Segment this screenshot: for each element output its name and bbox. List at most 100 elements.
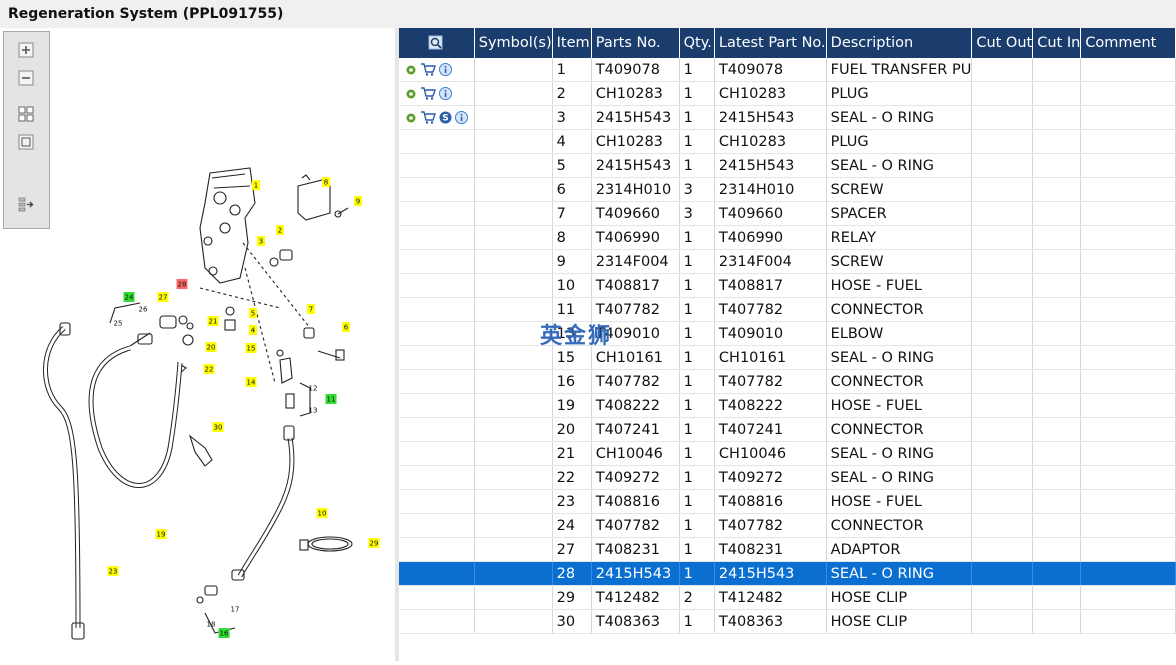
callout-20[interactable]: 20	[205, 342, 217, 352]
table-row[interactable]: 6 2314H010 3 2314H010 SCREW	[399, 177, 1176, 202]
table-row[interactable]: 28 2415H543 1 2415H543 SEAL - O RING	[399, 561, 1176, 586]
cart-icon[interactable]	[420, 111, 436, 124]
callout-27[interactable]: 27	[157, 292, 169, 302]
table-row[interactable]: 15 CH10161 1 CH10161 SEAL - O RING	[399, 345, 1176, 370]
table-row[interactable]: S 3 2415H543 1 2415H543 SEAL - O RING	[399, 105, 1176, 130]
callout-14[interactable]: 14	[245, 377, 257, 387]
symbols-cell	[474, 585, 553, 610]
info-icon[interactable]	[439, 87, 452, 100]
table-row[interactable]: 21 CH10046 1 CH10046 SEAL - O RING	[399, 441, 1176, 466]
comment-cell	[1080, 585, 1176, 610]
zoom-in-button[interactable]	[15, 39, 37, 61]
column-header-symbols[interactable]: Symbol(s)	[474, 28, 553, 58]
sync-table-button[interactable]	[15, 193, 37, 215]
table-row[interactable]: 23 T408816 1 T408816 HOSE - FUEL	[399, 489, 1176, 514]
comment-cell	[1080, 81, 1176, 106]
table-row[interactable]: 16 T407782 1 T407782 CONNECTOR	[399, 369, 1176, 394]
table-row[interactable]: 9 2314F004 1 2314F004 SCREW	[399, 249, 1176, 274]
table-row[interactable]: 7 T409660 3 T409660 SPACER	[399, 201, 1176, 226]
table-row[interactable]: 4 CH10283 1 CH10283 PLUG	[399, 129, 1176, 154]
latest-part-no-cell: T409660	[714, 201, 827, 226]
cart-icon[interactable]	[420, 87, 436, 100]
actual-size-button[interactable]	[15, 131, 37, 153]
description-cell: CONNECTOR	[826, 369, 973, 394]
column-header-description[interactable]: Description	[826, 28, 973, 58]
table-row[interactable]: 22 T409272 1 T409272 SEAL - O RING	[399, 465, 1176, 490]
callout-21[interactable]: 21	[207, 316, 219, 326]
callout-7[interactable]: 7	[307, 304, 315, 314]
callout-11[interactable]: 11	[325, 394, 337, 404]
table-row[interactable]: 19 T408222 1 T408222 HOSE - FUEL	[399, 393, 1176, 418]
parts-no-cell: 2415H543	[591, 153, 680, 178]
column-header-parts-no[interactable]: Parts No.	[591, 28, 680, 58]
table-row[interactable]: 10 T408817 1 T408817 HOSE - FUEL	[399, 273, 1176, 298]
cut-out-cell	[971, 105, 1034, 130]
qty-cell: 1	[679, 345, 715, 370]
callout-label: 1	[254, 182, 258, 190]
callout-23[interactable]: 23	[107, 566, 119, 576]
column-header-cut-out[interactable]: Cut Out	[971, 28, 1034, 58]
table-row[interactable]: 27 T408231 1 T408231 ADAPTOR	[399, 537, 1176, 562]
callout-label: 16	[220, 630, 229, 638]
gear-icon[interactable]	[405, 88, 417, 100]
callout-16[interactable]: 16	[218, 628, 230, 638]
callout-13[interactable]: 13	[309, 407, 318, 415]
fit-page-button[interactable]	[15, 103, 37, 125]
table-row[interactable]: 1 T409078 1 T409078 FUEL TRANSFER PU	[399, 58, 1176, 82]
symbols-cell	[474, 441, 553, 466]
callout-9[interactable]: 9	[354, 196, 362, 206]
callout-1[interactable]: 1	[252, 180, 260, 190]
callout-10[interactable]: 10	[316, 508, 328, 518]
table-row[interactable]: 24 T407782 1 T407782 CONNECTOR	[399, 513, 1176, 538]
gear-icon[interactable]	[405, 64, 417, 76]
column-header-qty[interactable]: Qty.	[679, 28, 715, 58]
column-header-comment[interactable]: Comment	[1080, 28, 1176, 58]
callout-18[interactable]: 18	[207, 621, 216, 629]
callout-8[interactable]: 8	[322, 177, 330, 187]
comment-cell	[1080, 129, 1176, 154]
column-header-latest-part-no[interactable]: Latest Part No.	[714, 28, 827, 58]
exploded-diagram-pane[interactable]: 1 2 3 4 5 6 7 8 9 10 11 12 13 14 15 16 17 18 19 20 21 22 23 24 2…	[0, 28, 395, 661]
callout-5[interactable]: 5	[249, 308, 257, 318]
qty-cell: 1	[679, 129, 715, 154]
info-icon[interactable]	[455, 111, 468, 124]
callout-25[interactable]: 25	[114, 320, 123, 328]
exploded-parts-diagram[interactable]: 1234567891011121314151617181920212223242…	[0, 28, 395, 661]
table-row[interactable]: 30 T408363 1 T408363 HOSE CLIP	[399, 609, 1176, 634]
callout-26[interactable]: 26	[139, 306, 148, 314]
callout-4[interactable]: 4	[249, 325, 257, 335]
table-row[interactable]: 20 T407241 1 T407241 CONNECTOR	[399, 417, 1176, 442]
callout-6[interactable]: 6	[342, 322, 350, 332]
zoom-out-button[interactable]	[15, 67, 37, 89]
callout-15[interactable]: 15	[245, 343, 257, 353]
description-cell: SEAL - O RING	[826, 105, 973, 130]
column-header-item[interactable]: Item	[552, 28, 592, 58]
cut-in-cell	[1032, 81, 1082, 106]
callout-label: 2	[278, 227, 282, 235]
gear-icon[interactable]	[405, 112, 417, 124]
table-row[interactable]: 13 T409010 1 T409010 ELBOW	[399, 321, 1176, 346]
callout-17[interactable]: 17	[231, 606, 240, 614]
callout-30[interactable]: 30	[212, 422, 224, 432]
callout-19[interactable]: 19	[155, 529, 167, 539]
callout-3[interactable]: 3	[257, 236, 265, 246]
table-row[interactable]: 29 T412482 2 T412482 HOSE CLIP	[399, 585, 1176, 610]
callout-28[interactable]: 28	[176, 279, 188, 289]
column-header-icons[interactable]	[399, 28, 475, 58]
cart-icon[interactable]	[420, 63, 436, 76]
table-row[interactable]: 8 T406990 1 T406990 RELAY	[399, 225, 1176, 250]
table-row[interactable]: 5 2415H543 1 2415H543 SEAL - O RING	[399, 153, 1176, 178]
callout-24[interactable]: 24	[123, 292, 135, 302]
table-row[interactable]: 2 CH10283 1 CH10283 PLUG	[399, 81, 1176, 106]
description-cell: SEAL - O RING	[826, 441, 973, 466]
table-row[interactable]: 11 T407782 1 T407782 CONNECTOR	[399, 297, 1176, 322]
callout-29[interactable]: 29	[368, 538, 380, 548]
supersession-icon[interactable]: S	[439, 111, 452, 124]
row-actions-cell	[399, 297, 475, 322]
info-icon[interactable]	[439, 63, 452, 76]
callout-22[interactable]: 22	[203, 364, 215, 374]
column-header-cut-in[interactable]: Cut In	[1032, 28, 1082, 58]
callout-2[interactable]: 2	[276, 225, 284, 235]
callout-12[interactable]: 12	[309, 385, 318, 393]
description-cell: HOSE CLIP	[826, 585, 973, 610]
